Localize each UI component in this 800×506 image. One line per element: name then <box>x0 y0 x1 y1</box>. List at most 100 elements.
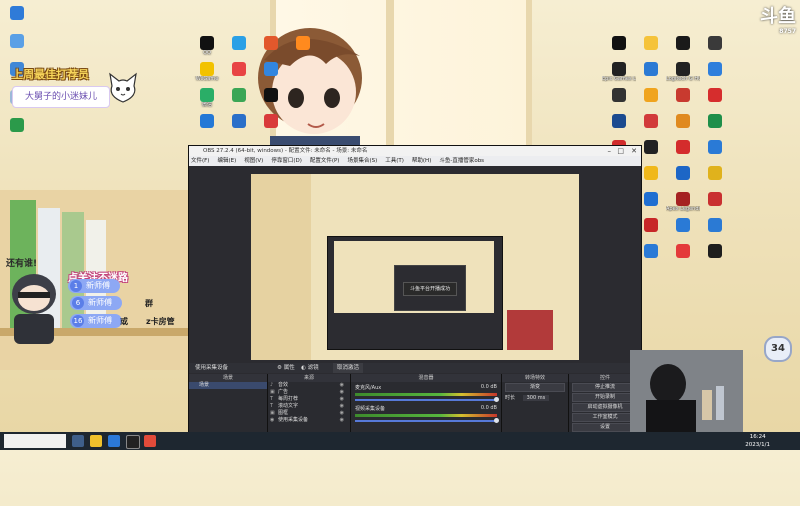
image-icon: ▣ <box>270 410 275 416</box>
app-icon <box>264 36 278 50</box>
edge-icon[interactable] <box>108 435 120 447</box>
file-explorer-icon[interactable] <box>90 435 102 447</box>
desktop-icon[interactable] <box>666 244 700 258</box>
desktop-icon[interactable] <box>254 36 288 50</box>
obs-icon[interactable] <box>126 435 140 449</box>
desktop-icon[interactable] <box>698 62 732 76</box>
obs-title: OBS 27.2.4 (64-bit, windows) - 配置文件: 未命名… <box>203 148 368 154</box>
menu-item[interactable]: 配置文件(P) <box>310 158 340 164</box>
desktop-icon[interactable] <box>254 88 288 102</box>
desktop-icon[interactable] <box>634 62 668 76</box>
desktop-icon[interactable] <box>698 114 732 128</box>
visibility-icon[interactable]: ◉ <box>340 389 344 396</box>
menu-item[interactable]: 帮助(H) <box>412 158 431 164</box>
app-icon <box>10 34 24 48</box>
desktop-icon[interactable] <box>666 88 700 102</box>
desktop-icon[interactable] <box>666 36 700 50</box>
visibility-icon[interactable]: ◉ <box>340 396 344 403</box>
desktop-icon[interactable] <box>666 140 700 154</box>
desktop-icon[interactable] <box>602 114 636 128</box>
desktop-icon[interactable] <box>666 166 700 180</box>
desktop-icon[interactable] <box>0 6 34 20</box>
minimize-icon[interactable]: – <box>608 146 612 156</box>
desktop-icon[interactable]: QQ <box>190 36 224 56</box>
control-button[interactable]: 启动虚拟摄像机 <box>572 403 638 412</box>
desktop-icon[interactable] <box>286 36 320 50</box>
app-icon <box>708 218 722 232</box>
obs-docks: 场景 场景 来源 ♪ 音效 ◉ ▣ 广告 ◉ T 每周打荐 ◉ T 滚动文字 ◉ ▣ 图框 ◉ ◉ 使用采集设备… <box>189 374 641 442</box>
desktop-icon[interactable]: Logitech G HUB <box>666 62 700 82</box>
source-item[interactable]: T 滚动文字 ◉ <box>268 403 350 410</box>
source-item[interactable]: ▣ 图框 ◉ <box>268 410 350 417</box>
desktop-icon[interactable] <box>222 62 256 76</box>
menu-item[interactable]: 斗鱼-直播管家obs <box>439 158 484 164</box>
desktop-icon[interactable] <box>254 62 288 76</box>
menu-item[interactable]: 停靠窗口(D) <box>271 158 302 164</box>
desktop-icon[interactable] <box>698 218 732 232</box>
desktop-icon[interactable] <box>634 114 668 128</box>
scene-item[interactable]: 场景 <box>189 382 267 389</box>
app-icon <box>296 36 310 50</box>
desktop-icon[interactable] <box>222 36 256 50</box>
duration-input[interactable]: 300 ms <box>522 395 550 401</box>
source-item[interactable]: T 每周打荐 ◉ <box>268 396 350 403</box>
desktop-icon[interactable] <box>698 140 732 154</box>
visibility-icon[interactable]: ◉ <box>340 417 344 424</box>
desktop-icon[interactable] <box>222 88 256 102</box>
desktop-icon[interactable]: Epic Games Launcher <box>602 62 636 82</box>
taskbar-search[interactable] <box>4 434 66 448</box>
deactivate-button[interactable]: 取消激活 <box>333 363 364 373</box>
desktop-icon[interactable] <box>666 114 700 128</box>
desktop-icon[interactable] <box>190 114 224 128</box>
douyu-icon[interactable] <box>144 435 156 447</box>
webcam-overlay <box>630 350 743 435</box>
desktop-icon[interactable] <box>602 36 636 50</box>
app-icon <box>200 114 214 128</box>
app-icon <box>676 166 690 180</box>
control-button[interactable]: 停止推流 <box>572 383 638 392</box>
desktop-icon[interactable] <box>666 218 700 232</box>
desktop-icon[interactable] <box>222 114 256 128</box>
maximize-icon[interactable]: □ <box>617 146 624 156</box>
menu-item[interactable]: 工具(T) <box>385 158 404 164</box>
video-volume-slider[interactable] <box>355 418 499 423</box>
source-item[interactable]: ▣ 广告 ◉ <box>268 389 350 396</box>
desktop-icon[interactable] <box>698 88 732 102</box>
transition-select[interactable]: 渐变 <box>505 383 565 392</box>
desktop-icon[interactable] <box>0 34 34 48</box>
app-icon <box>676 88 690 102</box>
visibility-icon[interactable]: ◉ <box>340 382 344 389</box>
desktop-icon[interactable] <box>698 36 732 50</box>
menu-item[interactable]: 视图(V) <box>244 158 263 164</box>
source-item[interactable]: ♪ 音效 ◉ <box>268 382 350 389</box>
desktop-icon-label: WeGame <box>195 76 219 82</box>
source-item[interactable]: ◉ 使用采集设备 ◉ <box>268 417 350 424</box>
menu-item[interactable]: 场景集合(S) <box>347 158 377 164</box>
menu-item[interactable]: 编辑(E) <box>217 158 236 164</box>
visibility-icon[interactable]: ◉ <box>340 410 344 417</box>
filters-button[interactable]: ◐ 滤镜 <box>301 363 319 373</box>
visibility-icon[interactable]: ◉ <box>340 403 344 410</box>
mic-volume-slider[interactable] <box>355 397 499 402</box>
app-icon <box>708 192 722 206</box>
task-view-icon[interactable] <box>72 435 84 447</box>
desktop-icon[interactable] <box>698 166 732 180</box>
desktop-icon[interactable]: 微信 <box>190 88 224 108</box>
menu-item[interactable]: 文件(F) <box>191 158 209 164</box>
control-button[interactable]: 开始录制 <box>572 393 638 402</box>
desktop-icon[interactable] <box>698 192 732 206</box>
desktop-icon[interactable]: Apex Legends <box>666 192 700 212</box>
properties-button[interactable]: ⚙ 属性 <box>277 363 295 373</box>
desktop-icon[interactable]: WeGame <box>190 62 224 82</box>
desktop-icon[interactable] <box>634 88 668 102</box>
sources-dock: 来源 ♪ 音效 ◉ ▣ 广告 ◉ T 每周打荐 ◉ T 滚动文字 ◉ ▣ 图框 ◉ ◉ 使用采集设备 ◉ <box>268 374 351 436</box>
app-icon <box>708 114 722 128</box>
desktop-icon[interactable] <box>698 244 732 258</box>
desktop-icon[interactable] <box>0 118 34 132</box>
close-icon[interactable]: ✕ <box>631 146 637 156</box>
desktop-icon[interactable] <box>634 36 668 50</box>
control-button[interactable]: 设置 <box>572 423 638 432</box>
desktop-icon[interactable] <box>254 114 288 128</box>
control-button[interactable]: 工作室模式 <box>572 413 638 422</box>
desktop-icon[interactable] <box>602 88 636 102</box>
